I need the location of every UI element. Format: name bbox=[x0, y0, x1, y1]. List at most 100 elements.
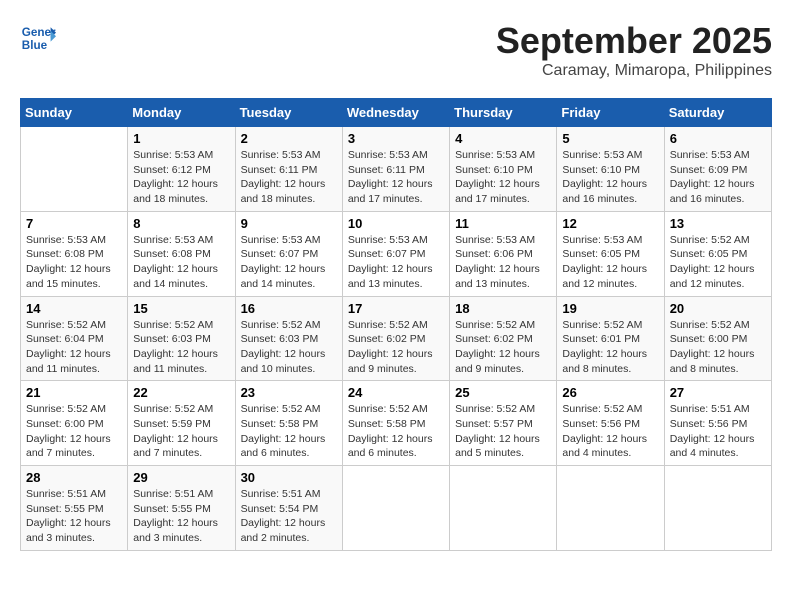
calendar-day-cell bbox=[21, 127, 128, 212]
calendar-header: September 2025 Caramay, Mimaropa, Philip… bbox=[496, 20, 772, 80]
calendar-week-3: 14 Sunrise: 5:52 AM Sunset: 6:04 PM Dayli… bbox=[21, 296, 772, 381]
calendar-day-cell: 15 Sunrise: 5:52 AM Sunset: 6:03 PM Dayli… bbox=[128, 296, 235, 381]
calendar-day-cell bbox=[557, 466, 664, 551]
day-number: 19 bbox=[562, 301, 658, 316]
calendar-day-cell: 20 Sunrise: 5:52 AM Sunset: 6:00 PM Dayli… bbox=[664, 296, 771, 381]
day-number: 16 bbox=[241, 301, 337, 316]
calendar-day-cell: 8 Sunrise: 5:53 AM Sunset: 6:08 PM Daylig… bbox=[128, 211, 235, 296]
svg-text:Blue: Blue bbox=[22, 39, 48, 52]
day-info: Sunrise: 5:53 AM Sunset: 6:08 PM Dayligh… bbox=[26, 233, 122, 292]
day-number: 23 bbox=[241, 385, 337, 400]
month-year-title: September 2025 bbox=[496, 20, 772, 62]
weekday-header-monday: Monday bbox=[128, 99, 235, 127]
calendar-day-cell: 23 Sunrise: 5:52 AM Sunset: 5:58 PM Dayli… bbox=[235, 381, 342, 466]
weekday-header-tuesday: Tuesday bbox=[235, 99, 342, 127]
day-number: 25 bbox=[455, 385, 551, 400]
day-number: 29 bbox=[133, 470, 229, 485]
calendar-day-cell bbox=[450, 466, 557, 551]
day-info: Sunrise: 5:51 AM Sunset: 5:55 PM Dayligh… bbox=[133, 487, 229, 546]
day-info: Sunrise: 5:52 AM Sunset: 5:58 PM Dayligh… bbox=[348, 402, 444, 461]
day-number: 7 bbox=[26, 216, 122, 231]
logo-icon: General Blue bbox=[20, 20, 56, 56]
calendar-day-cell: 5Sunrise: 5:53 AM Sunset: 6:10 PM Daylig… bbox=[557, 127, 664, 212]
day-number: 9 bbox=[241, 216, 337, 231]
day-info: Sunrise: 5:53 AM Sunset: 6:10 PM Dayligh… bbox=[562, 148, 658, 207]
calendar-day-cell: 13 Sunrise: 5:52 AM Sunset: 6:05 PM Dayli… bbox=[664, 211, 771, 296]
day-number: 11 bbox=[455, 216, 551, 231]
day-info: Sunrise: 5:53 AM Sunset: 6:09 PM Dayligh… bbox=[670, 148, 766, 207]
day-number: 30 bbox=[241, 470, 337, 485]
day-info: Sunrise: 5:52 AM Sunset: 6:03 PM Dayligh… bbox=[133, 318, 229, 377]
day-info: Sunrise: 5:52 AM Sunset: 6:05 PM Dayligh… bbox=[670, 233, 766, 292]
day-number: 13 bbox=[670, 216, 766, 231]
day-number: 1 bbox=[133, 131, 229, 146]
calendar-day-cell: 18 Sunrise: 5:52 AM Sunset: 6:02 PM Dayli… bbox=[450, 296, 557, 381]
weekday-header-sunday: Sunday bbox=[21, 99, 128, 127]
day-info: Sunrise: 5:51 AM Sunset: 5:54 PM Dayligh… bbox=[241, 487, 337, 546]
day-number: 2 bbox=[241, 131, 337, 146]
calendar-day-cell: 12Sunrise: 5:53 AM Sunset: 6:05 PM Dayli… bbox=[557, 211, 664, 296]
day-info: Sunrise: 5:52 AM Sunset: 6:00 PM Dayligh… bbox=[26, 402, 122, 461]
day-info: Sunrise: 5:53 AM Sunset: 6:06 PM Dayligh… bbox=[455, 233, 551, 292]
calendar-week-5: 28Sunrise: 5:51 AM Sunset: 5:55 PM Dayli… bbox=[21, 466, 772, 551]
calendar-day-cell: 26 Sunrise: 5:52 AM Sunset: 5:56 PM Dayli… bbox=[557, 381, 664, 466]
day-number: 22 bbox=[133, 385, 229, 400]
calendar-day-cell: 29 Sunrise: 5:51 AM Sunset: 5:55 PM Dayli… bbox=[128, 466, 235, 551]
day-info: Sunrise: 5:52 AM Sunset: 5:58 PM Dayligh… bbox=[241, 402, 337, 461]
day-info: Sunrise: 5:53 AM Sunset: 6:11 PM Dayligh… bbox=[348, 148, 444, 207]
day-info: Sunrise: 5:52 AM Sunset: 5:57 PM Dayligh… bbox=[455, 402, 551, 461]
day-info: Sunrise: 5:52 AM Sunset: 6:03 PM Dayligh… bbox=[241, 318, 337, 377]
day-info: Sunrise: 5:52 AM Sunset: 6:00 PM Dayligh… bbox=[670, 318, 766, 377]
day-info: Sunrise: 5:52 AM Sunset: 6:02 PM Dayligh… bbox=[455, 318, 551, 377]
calendar-day-cell: 16 Sunrise: 5:52 AM Sunset: 6:03 PM Dayli… bbox=[235, 296, 342, 381]
day-info: Sunrise: 5:53 AM Sunset: 6:07 PM Dayligh… bbox=[348, 233, 444, 292]
day-number: 27 bbox=[670, 385, 766, 400]
day-number: 4 bbox=[455, 131, 551, 146]
calendar-day-cell: 9Sunrise: 5:53 AM Sunset: 6:07 PM Daylig… bbox=[235, 211, 342, 296]
day-number: 10 bbox=[348, 216, 444, 231]
day-info: Sunrise: 5:52 AM Sunset: 5:59 PM Dayligh… bbox=[133, 402, 229, 461]
day-info: Sunrise: 5:53 AM Sunset: 6:05 PM Dayligh… bbox=[562, 233, 658, 292]
day-number: 24 bbox=[348, 385, 444, 400]
calendar-day-cell: 10 Sunrise: 5:53 AM Sunset: 6:07 PM Dayli… bbox=[342, 211, 449, 296]
day-number: 20 bbox=[670, 301, 766, 316]
day-info: Sunrise: 5:53 AM Sunset: 6:08 PM Dayligh… bbox=[133, 233, 229, 292]
calendar-day-cell bbox=[664, 466, 771, 551]
calendar-day-cell: 17 Sunrise: 5:52 AM Sunset: 6:02 PM Dayli… bbox=[342, 296, 449, 381]
day-number: 21 bbox=[26, 385, 122, 400]
day-info: Sunrise: 5:53 AM Sunset: 6:11 PM Dayligh… bbox=[241, 148, 337, 207]
calendar-day-cell: 6 Sunrise: 5:53 AM Sunset: 6:09 PM Daylig… bbox=[664, 127, 771, 212]
calendar-week-2: 7 Sunrise: 5:53 AM Sunset: 6:08 PM Daylig… bbox=[21, 211, 772, 296]
day-number: 14 bbox=[26, 301, 122, 316]
day-number: 17 bbox=[348, 301, 444, 316]
calendar-day-cell: 22 Sunrise: 5:52 AM Sunset: 5:59 PM Dayli… bbox=[128, 381, 235, 466]
day-number: 15 bbox=[133, 301, 229, 316]
day-number: 8 bbox=[133, 216, 229, 231]
calendar-day-cell: 21 Sunrise: 5:52 AM Sunset: 6:00 PM Dayli… bbox=[21, 381, 128, 466]
day-info: Sunrise: 5:52 AM Sunset: 5:56 PM Dayligh… bbox=[562, 402, 658, 461]
calendar-header-row: SundayMondayTuesdayWednesdayThursdayFrid… bbox=[21, 99, 772, 127]
day-info: Sunrise: 5:53 AM Sunset: 6:12 PM Dayligh… bbox=[133, 148, 229, 207]
day-number: 26 bbox=[562, 385, 658, 400]
calendar-day-cell: 25 Sunrise: 5:52 AM Sunset: 5:57 PM Dayli… bbox=[450, 381, 557, 466]
calendar-day-cell: 14 Sunrise: 5:52 AM Sunset: 6:04 PM Dayli… bbox=[21, 296, 128, 381]
calendar-day-cell: 1 Sunrise: 5:53 AM Sunset: 6:12 PM Daylig… bbox=[128, 127, 235, 212]
day-number: 6 bbox=[670, 131, 766, 146]
weekday-header-thursday: Thursday bbox=[450, 99, 557, 127]
calendar-day-cell bbox=[342, 466, 449, 551]
day-info: Sunrise: 5:52 AM Sunset: 6:04 PM Dayligh… bbox=[26, 318, 122, 377]
calendar-body: 1 Sunrise: 5:53 AM Sunset: 6:12 PM Daylig… bbox=[21, 127, 772, 551]
day-info: Sunrise: 5:52 AM Sunset: 6:02 PM Dayligh… bbox=[348, 318, 444, 377]
calendar-week-1: 1 Sunrise: 5:53 AM Sunset: 6:12 PM Daylig… bbox=[21, 127, 772, 212]
calendar-table: SundayMondayTuesdayWednesdayThursdayFrid… bbox=[20, 98, 772, 551]
day-info: Sunrise: 5:51 AM Sunset: 5:55 PM Dayligh… bbox=[26, 487, 122, 546]
calendar-day-cell: 7 Sunrise: 5:53 AM Sunset: 6:08 PM Daylig… bbox=[21, 211, 128, 296]
weekday-header-saturday: Saturday bbox=[664, 99, 771, 127]
calendar-day-cell: 4Sunrise: 5:53 AM Sunset: 6:10 PM Daylig… bbox=[450, 127, 557, 212]
day-number: 18 bbox=[455, 301, 551, 316]
calendar-week-4: 21 Sunrise: 5:52 AM Sunset: 6:00 PM Dayli… bbox=[21, 381, 772, 466]
weekday-header-friday: Friday bbox=[557, 99, 664, 127]
calendar-day-cell: 11 Sunrise: 5:53 AM Sunset: 6:06 PM Dayli… bbox=[450, 211, 557, 296]
weekday-header-wednesday: Wednesday bbox=[342, 99, 449, 127]
location-subtitle: Caramay, Mimaropa, Philippines bbox=[496, 62, 772, 80]
